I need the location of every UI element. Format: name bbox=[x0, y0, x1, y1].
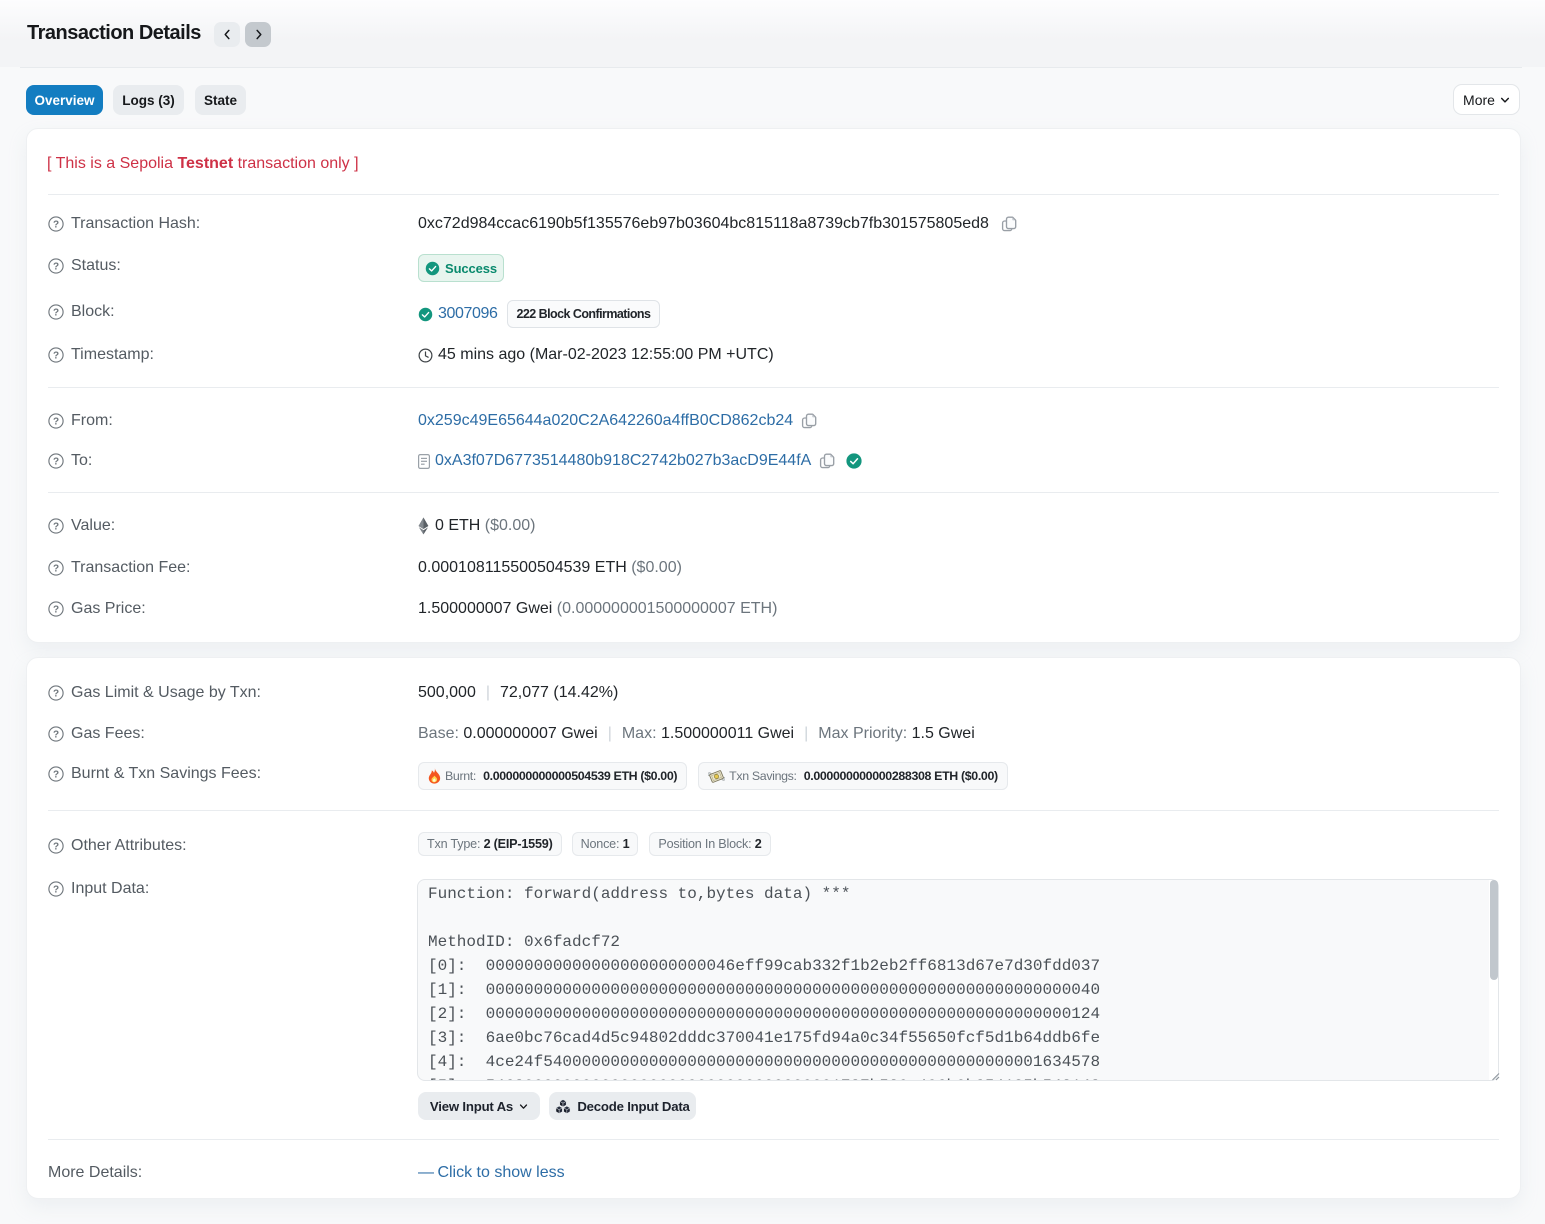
svg-text:?: ? bbox=[53, 220, 59, 231]
svg-text:?: ? bbox=[53, 262, 59, 273]
svg-text:?: ? bbox=[53, 351, 59, 362]
svg-text:?: ? bbox=[53, 770, 59, 781]
svg-text:?: ? bbox=[53, 605, 59, 616]
svg-text:?: ? bbox=[53, 842, 59, 853]
svg-text:?: ? bbox=[53, 689, 59, 700]
svg-text:?: ? bbox=[53, 308, 59, 319]
svg-text:?: ? bbox=[53, 457, 59, 468]
svg-text:?: ? bbox=[53, 730, 59, 741]
svg-text:?: ? bbox=[53, 564, 59, 575]
svg-text:?: ? bbox=[53, 417, 59, 428]
svg-text:?: ? bbox=[53, 522, 59, 533]
svg-text:?: ? bbox=[53, 885, 59, 896]
